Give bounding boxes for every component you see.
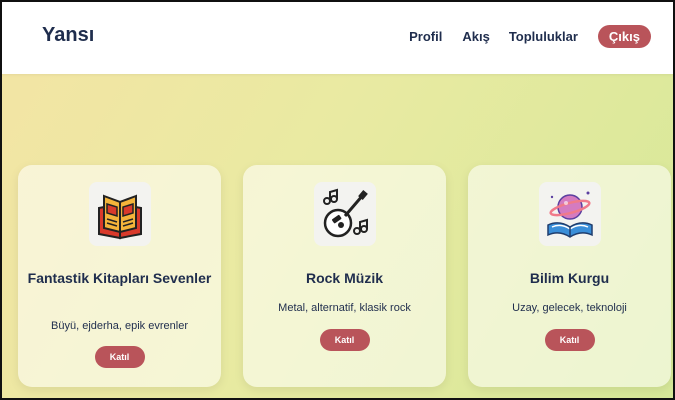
join-button[interactable]: Katıl (319, 329, 370, 351)
open-book-icon (88, 182, 151, 246)
community-description: Uzay, gelecek, teknoloji (512, 302, 627, 314)
community-title: Bilim Kurgu (529, 270, 610, 286)
community-title: Rock Müzik (305, 270, 383, 286)
community-card-rock: Rock Müzik Metal, alternatif, klasik roc… (243, 165, 446, 387)
community-description: Büyü, ejderha, epik evrenler (51, 320, 188, 332)
community-card-bilim-kurgu: Bilim Kurgu Uzay, gelecek, teknoloji Kat… (468, 165, 671, 387)
nav-link-profil[interactable]: Profil (409, 29, 442, 44)
nav-link-topluluklar[interactable]: Topluluklar (509, 29, 578, 44)
community-card-fantastik: Fantastik Kitapları Sevenler Büyü, ejder… (18, 165, 221, 387)
brand-logo[interactable]: Yansı (42, 24, 94, 47)
logout-button[interactable]: Çıkış (597, 25, 651, 48)
guitar-notes-icon (313, 182, 376, 246)
nav-links: Profil Akış Topluluklar Çıkış (409, 25, 651, 48)
community-description: Metal, alternatif, klasik rock (278, 302, 411, 314)
top-navbar: Yansı Profil Akış Topluluklar Çıkış (2, 2, 673, 74)
planet-book-icon (538, 182, 601, 246)
nav-link-akis[interactable]: Akış (462, 29, 489, 44)
community-title: Fantastik Kitapları Sevenler (27, 270, 212, 286)
join-button[interactable]: Katıl (544, 329, 595, 351)
join-button[interactable]: Katıl (94, 346, 145, 368)
